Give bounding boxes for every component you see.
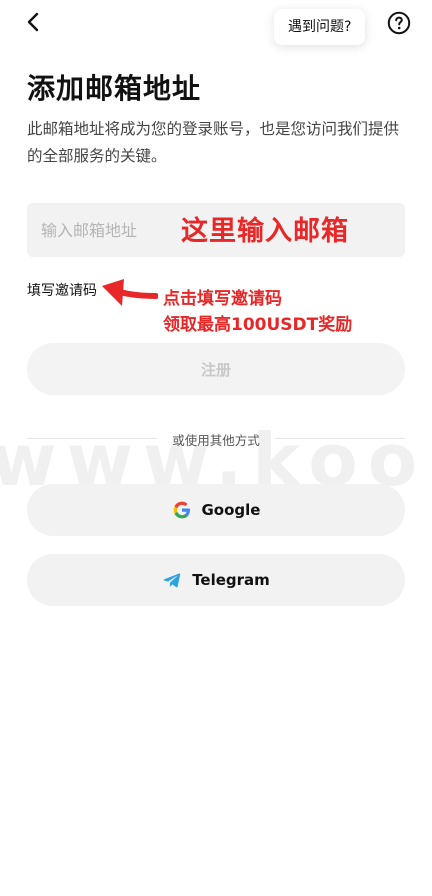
annotation-arrow bbox=[102, 279, 158, 306]
page-subtitle: 此邮箱地址将成为您的登录账号，也是您访问我们提供的全部服务的关键。 bbox=[27, 120, 400, 165]
referral-annotation-line1: 点击填写邀请码 bbox=[163, 289, 282, 309]
back-arrow-icon[interactable] bbox=[22, 10, 46, 34]
help-tooltip[interactable]: 遇到问题? bbox=[274, 9, 366, 45]
telegram-button-label: Telegram bbox=[192, 571, 270, 589]
google-icon bbox=[173, 501, 190, 519]
referral-annotation: 点击填写邀请码 领取最高100USDT奖励 bbox=[163, 286, 352, 338]
register-button[interactable]: 注册 bbox=[27, 343, 405, 395]
referral-annotation-line2: 领取最高100USDT奖励 bbox=[163, 315, 353, 335]
page-title: 添加邮箱地址 bbox=[27, 72, 202, 105]
google-button-label: Google bbox=[201, 501, 261, 519]
help-icon[interactable] bbox=[387, 11, 411, 35]
telegram-login-button[interactable]: Telegram bbox=[27, 554, 405, 606]
divider-text: 或使用其他方式 bbox=[172, 433, 260, 448]
google-login-button[interactable]: Google bbox=[27, 484, 405, 536]
telegram-icon bbox=[163, 573, 181, 588]
divider-line-right bbox=[275, 438, 405, 439]
referral-code-link[interactable]: 填写邀请码 bbox=[27, 280, 97, 300]
email-annotation: 这里输入邮箱 bbox=[181, 216, 349, 247]
